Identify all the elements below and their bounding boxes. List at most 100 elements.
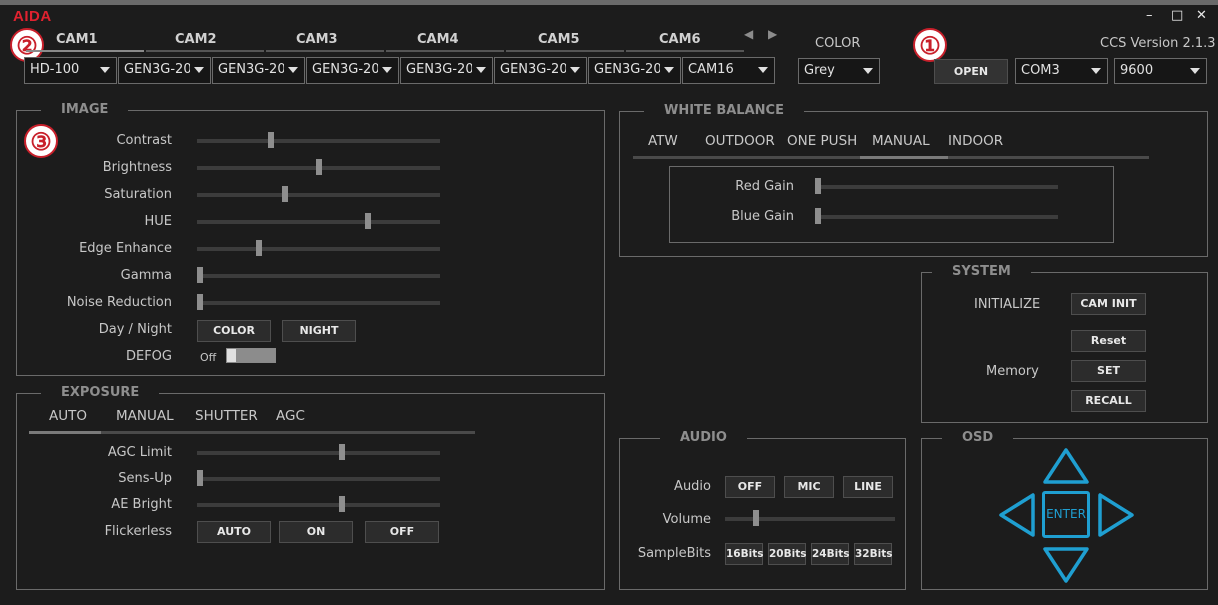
camera-next-icon[interactable]: ▶ — [768, 27, 777, 41]
color-select-value: Grey — [804, 63, 835, 78]
exposure-slider-thumb[interactable] — [339, 444, 345, 460]
camera-model-select-3[interactable]: GEN3G-200 — [212, 57, 305, 84]
image-slider-track[interactable] — [197, 301, 440, 305]
camera-model-select-1[interactable]: HD-100 — [24, 57, 117, 84]
chevron-down-icon — [863, 68, 873, 74]
memory-recall-button[interactable]: RECALL — [1071, 390, 1146, 412]
camera-model-select-2[interactable]: GEN3G-200 — [118, 57, 211, 84]
callout-badge-1: ① — [913, 28, 947, 62]
exposure-tab-auto[interactable]: AUTO — [49, 408, 87, 424]
osd-right-icon[interactable] — [1096, 492, 1136, 538]
open-button[interactable]: OPEN — [934, 59, 1008, 84]
maximize-button[interactable]: □ — [1171, 8, 1183, 23]
day-night-night-button[interactable]: NIGHT — [282, 320, 356, 342]
audio-line-button[interactable]: LINE — [843, 476, 893, 498]
image-slider-thumb[interactable] — [282, 186, 288, 202]
camera-tab-5[interactable]: CAM5 — [538, 32, 580, 47]
baud-rate-select[interactable]: 9600 — [1114, 58, 1207, 84]
chevron-down-icon — [1190, 68, 1200, 74]
minimize-button[interactable]: – — [1146, 8, 1153, 23]
image-slider-thumb[interactable] — [197, 294, 203, 310]
osd-up-icon[interactable] — [1041, 447, 1091, 485]
samplebits-24-button[interactable]: 24Bits — [811, 543, 849, 565]
samplebits-16-button[interactable]: 16Bits — [725, 543, 763, 565]
defog-toggle[interactable] — [226, 348, 276, 363]
camera-model-value: GEN3G-200 — [500, 62, 566, 77]
camera-tab-1[interactable]: CAM1 — [56, 32, 98, 47]
white-balance-panel-title: WHITE BALANCE — [644, 103, 804, 119]
white-balance-tab-outdoor[interactable]: OUTDOOR — [705, 133, 775, 149]
chevron-down-icon — [382, 67, 392, 73]
exposure-label: AGC Limit — [107, 445, 172, 460]
image-slider-track[interactable] — [197, 274, 440, 278]
close-button[interactable]: ✕ — [1196, 8, 1207, 23]
audio-panel-title: AUDIO — [660, 430, 747, 446]
exposure-slider-thumb[interactable] — [197, 470, 203, 486]
baud-rate-value: 9600 — [1120, 63, 1154, 78]
white-balance-slider-track[interactable] — [815, 215, 1058, 219]
camera-prev-icon[interactable]: ◀ — [744, 27, 753, 41]
image-slider-track[interactable] — [197, 139, 440, 143]
white-balance-tab-one-push[interactable]: ONE PUSH — [787, 133, 857, 149]
white-balance-slider-track[interactable] — [815, 185, 1058, 189]
camera-tab-6[interactable]: CAM6 — [659, 32, 701, 47]
image-label: Edge Enhance — [79, 241, 172, 256]
memory-set-button[interactable]: SET — [1071, 360, 1146, 382]
image-slider-thumb[interactable] — [268, 132, 274, 148]
camera-model-value: GEN3G-200 — [406, 62, 472, 77]
image-slider-thumb[interactable] — [256, 240, 262, 256]
cam-init-button[interactable]: CAM INIT — [1071, 293, 1146, 315]
defog-toggle-knob[interactable] — [227, 349, 236, 362]
audio-off-button[interactable]: OFF — [725, 476, 775, 498]
camera-tab-2[interactable]: CAM2 — [175, 32, 217, 47]
camera-model-select-8[interactable]: CAM16 — [682, 57, 775, 84]
camera-model-select-6[interactable]: GEN3G-200 — [494, 57, 587, 84]
exposure-tab-agc[interactable]: AGC — [276, 408, 305, 424]
exposure-label: AE Bright — [111, 497, 172, 512]
chevron-down-icon — [1091, 68, 1101, 74]
image-slider-thumb[interactable] — [316, 159, 322, 175]
image-slider-track[interactable] — [197, 220, 440, 224]
camera-tab-3[interactable]: CAM3 — [296, 32, 338, 47]
white-balance-tab-active-underline — [860, 156, 948, 159]
white-balance-tab-indoor[interactable]: INDOOR — [948, 133, 1003, 149]
camera-tab-4[interactable]: CAM4 — [417, 32, 459, 47]
white-balance-slider-thumb[interactable] — [815, 178, 821, 194]
volume-slider-thumb[interactable] — [753, 510, 759, 526]
osd-down-icon[interactable] — [1041, 546, 1091, 584]
camera-model-select-4[interactable]: GEN3G-200 — [306, 57, 399, 84]
exposure-slider-track[interactable] — [197, 503, 440, 507]
white-balance-slider-thumb[interactable] — [815, 208, 821, 224]
exposure-tab-shutter[interactable]: SHUTTER — [195, 408, 258, 424]
flickerless-off-button[interactable]: OFF — [365, 521, 439, 543]
exposure-tab-manual[interactable]: MANUAL — [116, 408, 174, 424]
volume-slider-track[interactable] — [725, 517, 895, 521]
day-night-color-button[interactable]: COLOR — [197, 320, 271, 342]
camera-model-select-5[interactable]: GEN3G-200 — [400, 57, 493, 84]
osd-panel-title: OSD — [942, 430, 1014, 446]
exposure-slider-track[interactable] — [197, 451, 440, 455]
audio-panel: AUDIO Audio OFF MIC LINE Volume SampleBi… — [619, 430, 906, 590]
white-balance-tab-manual[interactable]: MANUAL — [872, 133, 930, 149]
reset-button[interactable]: Reset — [1071, 330, 1146, 352]
white-balance-tab-atw[interactable]: ATW — [648, 133, 678, 149]
image-slider-track[interactable] — [197, 247, 440, 251]
chevron-down-icon — [194, 67, 204, 73]
color-select[interactable]: Grey — [798, 58, 880, 84]
flickerless-auto-button[interactable]: AUTO — [197, 521, 271, 543]
camera-model-select-7[interactable]: GEN3G-200 — [588, 57, 681, 84]
audio-mic-button[interactable]: MIC — [784, 476, 834, 498]
samplebits-32-button[interactable]: 32Bits — [854, 543, 892, 565]
exposure-slider-track[interactable] — [197, 477, 440, 481]
camera-model-value: CAM16 — [688, 62, 734, 77]
image-slider-thumb[interactable] — [365, 213, 371, 229]
samplebits-20-button[interactable]: 20Bits — [768, 543, 806, 565]
image-slider-thumb[interactable] — [197, 267, 203, 283]
image-slider-track[interactable] — [197, 193, 440, 197]
com-port-select[interactable]: COM3 — [1015, 58, 1108, 84]
flickerless-on-button[interactable]: ON — [279, 521, 353, 543]
flickerless-label: Flickerless — [104, 524, 172, 539]
osd-enter-button[interactable]: ENTER — [1042, 491, 1090, 538]
osd-left-icon[interactable] — [997, 492, 1037, 538]
exposure-slider-thumb[interactable] — [339, 496, 345, 512]
